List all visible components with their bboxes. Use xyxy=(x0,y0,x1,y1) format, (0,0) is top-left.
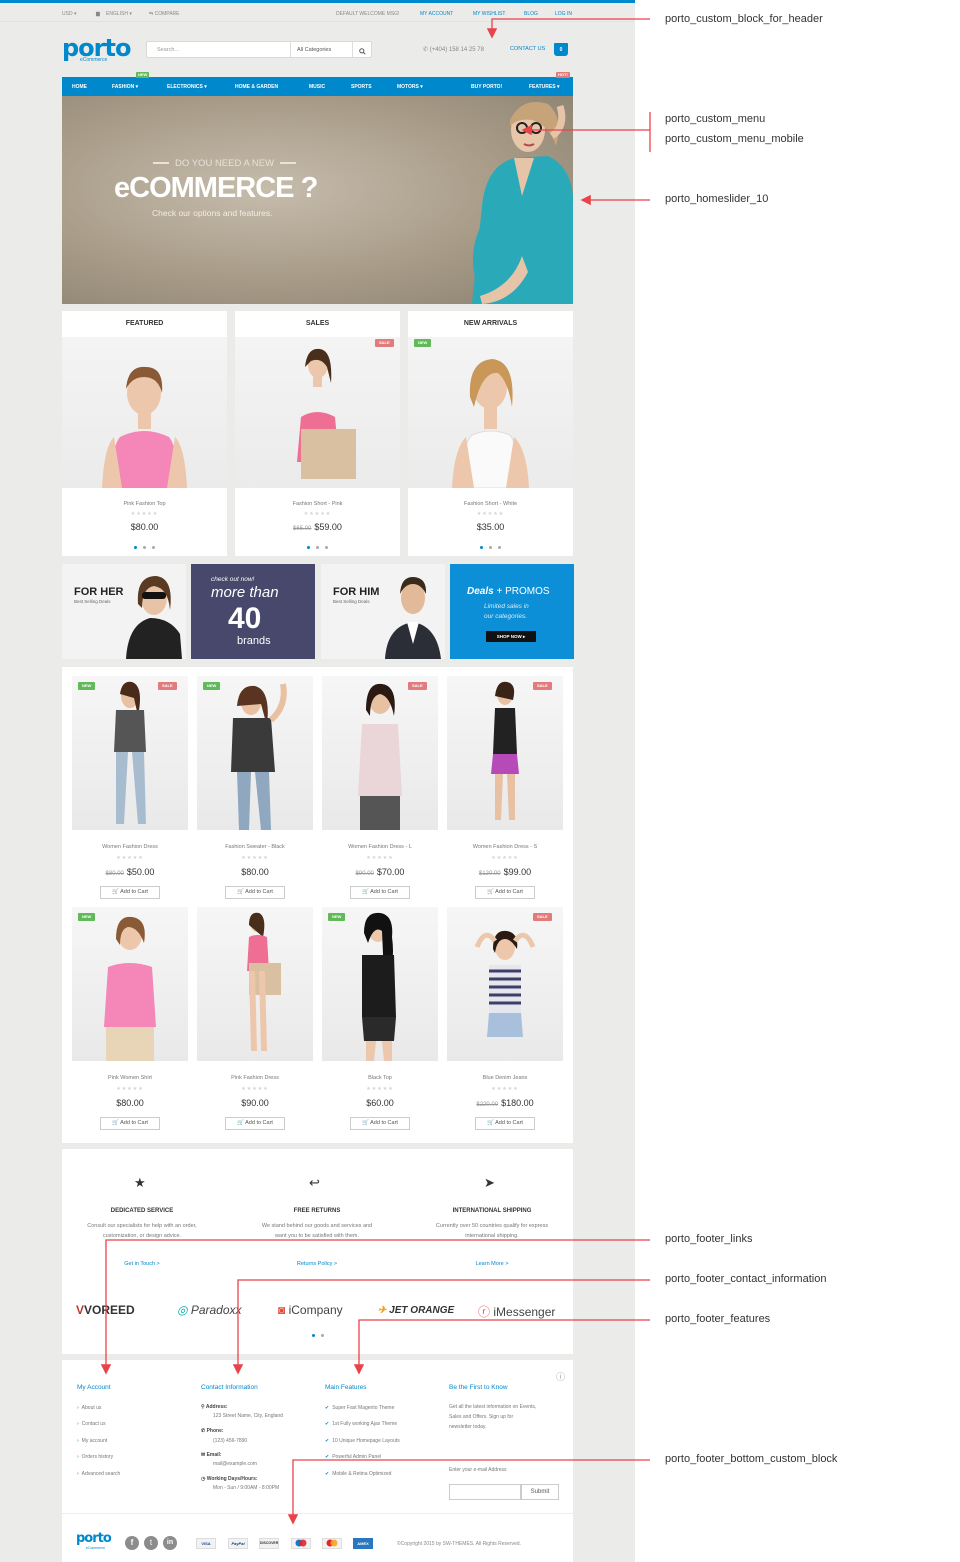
annotation-label: porto_footer_features xyxy=(665,1313,771,1325)
annotation-label: porto_homeslider_10 xyxy=(665,193,769,205)
annotation-label: porto_footer_links xyxy=(665,1233,753,1245)
annotated-screenshot: USD ▾ ▆ ENGLISH ▾ ⇆ COMPARE DEFAULT WELC… xyxy=(0,0,960,1562)
annotation-label: porto_footer_contact_information xyxy=(665,1273,827,1285)
annotation-label: porto_custom_block_for_header xyxy=(665,13,823,25)
annotation-arrows xyxy=(100,18,651,1525)
annotation-label: porto_custom_menu xyxy=(665,113,766,125)
annotation-label: porto_custom_menu_mobile xyxy=(665,133,804,145)
annotation-label: porto_footer_bottom_custom_block xyxy=(665,1453,838,1465)
